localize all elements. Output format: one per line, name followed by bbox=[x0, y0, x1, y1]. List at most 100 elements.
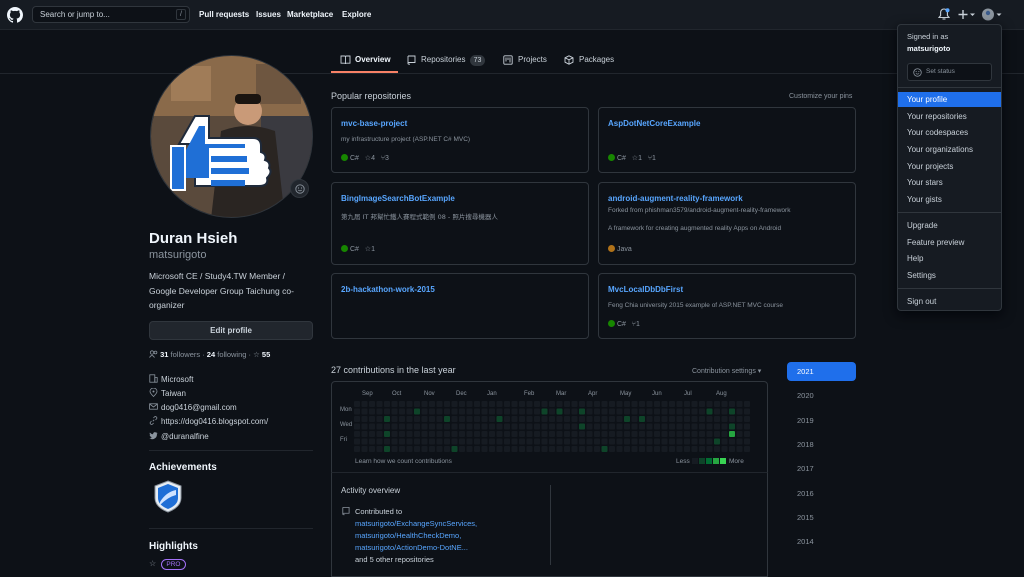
contribution-day-cell[interactable] bbox=[609, 401, 615, 407]
menu-feature-preview[interactable]: Feature preview bbox=[898, 235, 1001, 250]
contribution-day-cell[interactable] bbox=[691, 401, 698, 407]
contribution-day-cell[interactable] bbox=[676, 446, 683, 452]
contribution-day-cell[interactable] bbox=[721, 431, 728, 437]
contribution-day-cell[interactable] bbox=[429, 438, 435, 445]
contribution-day-cell[interactable] bbox=[384, 431, 390, 437]
contribution-day-cell[interactable] bbox=[384, 408, 390, 415]
contribution-day-cell[interactable] bbox=[579, 431, 585, 437]
contribution-day-cell[interactable] bbox=[744, 423, 750, 430]
contribution-day-cell[interactable] bbox=[519, 408, 525, 415]
contribution-day-cell[interactable] bbox=[661, 431, 668, 437]
contribution-day-cell[interactable] bbox=[406, 423, 413, 430]
following-count[interactable]: 24 bbox=[207, 350, 215, 359]
achievement-badge-icon[interactable] bbox=[153, 480, 183, 513]
contribution-day-cell[interactable] bbox=[616, 446, 623, 452]
contribution-day-cell[interactable] bbox=[496, 408, 503, 415]
contribution-day-cell[interactable] bbox=[466, 431, 473, 437]
contribution-day-cell[interactable] bbox=[466, 416, 473, 422]
contribution-day-cell[interactable] bbox=[481, 408, 488, 415]
contribution-day-cell[interactable] bbox=[684, 416, 690, 422]
contribution-day-cell[interactable] bbox=[744, 416, 750, 422]
contribution-day-cell[interactable] bbox=[429, 408, 435, 415]
contribution-day-cell[interactable] bbox=[511, 408, 518, 415]
profile-website[interactable]: https://dog0416.blogspot.com/ bbox=[149, 416, 268, 426]
contribution-day-cell[interactable] bbox=[564, 431, 570, 437]
repo-link[interactable]: AspDotNetCoreExample bbox=[608, 119, 700, 128]
contribution-day-cell[interactable] bbox=[736, 416, 743, 422]
contribution-day-cell[interactable] bbox=[736, 401, 743, 407]
year-link[interactable]: 2019 bbox=[787, 411, 856, 430]
contribution-day-cell[interactable] bbox=[354, 416, 360, 422]
contribution-day-cell[interactable] bbox=[601, 408, 608, 415]
email-text[interactable]: dog0416@gmail.com bbox=[161, 403, 237, 412]
contribution-day-cell[interactable] bbox=[586, 423, 593, 430]
contribution-day-cell[interactable] bbox=[459, 438, 465, 445]
contribution-day-cell[interactable] bbox=[721, 446, 728, 452]
contribution-day-cell[interactable] bbox=[721, 423, 728, 430]
contribution-day-cell[interactable] bbox=[496, 416, 503, 422]
contribution-day-cell[interactable] bbox=[661, 416, 668, 422]
contribution-day-cell[interactable] bbox=[594, 446, 600, 452]
contribution-day-cell[interactable] bbox=[729, 446, 735, 452]
contribution-day-cell[interactable] bbox=[699, 438, 705, 445]
contribution-day-cell[interactable] bbox=[376, 401, 383, 407]
contribution-day-cell[interactable] bbox=[481, 423, 488, 430]
contribution-day-cell[interactable] bbox=[361, 446, 368, 452]
contribution-day-cell[interactable] bbox=[376, 446, 383, 452]
repo-link[interactable]: 2b-hackathon-work-2015 bbox=[341, 285, 435, 294]
contribution-day-cell[interactable] bbox=[579, 423, 585, 430]
contribution-day-cell[interactable] bbox=[654, 431, 660, 437]
contribution-day-cell[interactable] bbox=[594, 401, 600, 407]
contribution-day-cell[interactable] bbox=[676, 431, 683, 437]
year-link[interactable]: 2020 bbox=[787, 386, 856, 405]
contribution-day-cell[interactable] bbox=[489, 401, 495, 407]
set-status-button[interactable] bbox=[290, 179, 309, 198]
contribution-day-cell[interactable] bbox=[556, 431, 563, 437]
profile-email[interactable]: dog0416@gmail.com bbox=[149, 402, 237, 412]
contribution-day-cell[interactable] bbox=[369, 438, 375, 445]
contribution-day-cell[interactable] bbox=[736, 446, 743, 452]
contribution-day-cell[interactable] bbox=[534, 438, 540, 445]
contribution-day-cell[interactable] bbox=[466, 438, 473, 445]
contribution-day-cell[interactable] bbox=[624, 431, 630, 437]
contribution-day-cell[interactable] bbox=[594, 438, 600, 445]
contribution-day-cell[interactable] bbox=[609, 438, 615, 445]
contribution-day-cell[interactable] bbox=[511, 416, 518, 422]
contribution-day-cell[interactable] bbox=[489, 408, 495, 415]
contribution-day-cell[interactable] bbox=[579, 438, 585, 445]
contribution-day-cell[interactable] bbox=[594, 423, 600, 430]
contribution-day-cell[interactable] bbox=[594, 416, 600, 422]
contribution-day-cell[interactable] bbox=[609, 416, 615, 422]
contribution-day-cell[interactable] bbox=[631, 431, 638, 437]
contribution-day-cell[interactable] bbox=[459, 401, 465, 407]
contribution-day-cell[interactable] bbox=[549, 423, 555, 430]
contribution-day-cell[interactable] bbox=[511, 431, 518, 437]
contribution-day-cell[interactable] bbox=[541, 408, 548, 415]
contribution-day-cell[interactable] bbox=[616, 416, 623, 422]
contribution-day-cell[interactable] bbox=[451, 438, 458, 445]
contribution-day-cell[interactable] bbox=[616, 438, 623, 445]
contribution-day-cell[interactable] bbox=[451, 416, 458, 422]
contribution-day-cell[interactable] bbox=[691, 423, 698, 430]
contribution-day-cell[interactable] bbox=[451, 431, 458, 437]
repo-link[interactable]: mvc-base-project bbox=[341, 119, 407, 128]
contribution-day-cell[interactable] bbox=[451, 401, 458, 407]
year-link[interactable]: 2015 bbox=[787, 508, 856, 527]
contribution-day-cell[interactable] bbox=[354, 401, 360, 407]
website-link[interactable]: https://dog0416.blogspot.com/ bbox=[161, 417, 268, 426]
contribution-day-cell[interactable] bbox=[586, 446, 593, 452]
contribution-day-cell[interactable] bbox=[376, 423, 383, 430]
contribution-day-cell[interactable] bbox=[616, 408, 623, 415]
contribution-day-cell[interactable] bbox=[706, 401, 713, 407]
contribution-day-cell[interactable] bbox=[736, 438, 743, 445]
contribution-day-cell[interactable] bbox=[624, 423, 630, 430]
contribution-day-cell[interactable] bbox=[669, 446, 675, 452]
contribution-day-cell[interactable] bbox=[399, 423, 405, 430]
contribution-day-cell[interactable] bbox=[616, 431, 623, 437]
followers-label[interactable]: followers bbox=[171, 350, 201, 359]
contribution-day-cell[interactable] bbox=[429, 416, 435, 422]
contribution-day-cell[interactable] bbox=[414, 446, 420, 452]
menu-your-organizations[interactable]: Your organizations bbox=[898, 142, 1001, 157]
contribution-day-cell[interactable] bbox=[609, 446, 615, 452]
contribution-day-cell[interactable] bbox=[691, 431, 698, 437]
